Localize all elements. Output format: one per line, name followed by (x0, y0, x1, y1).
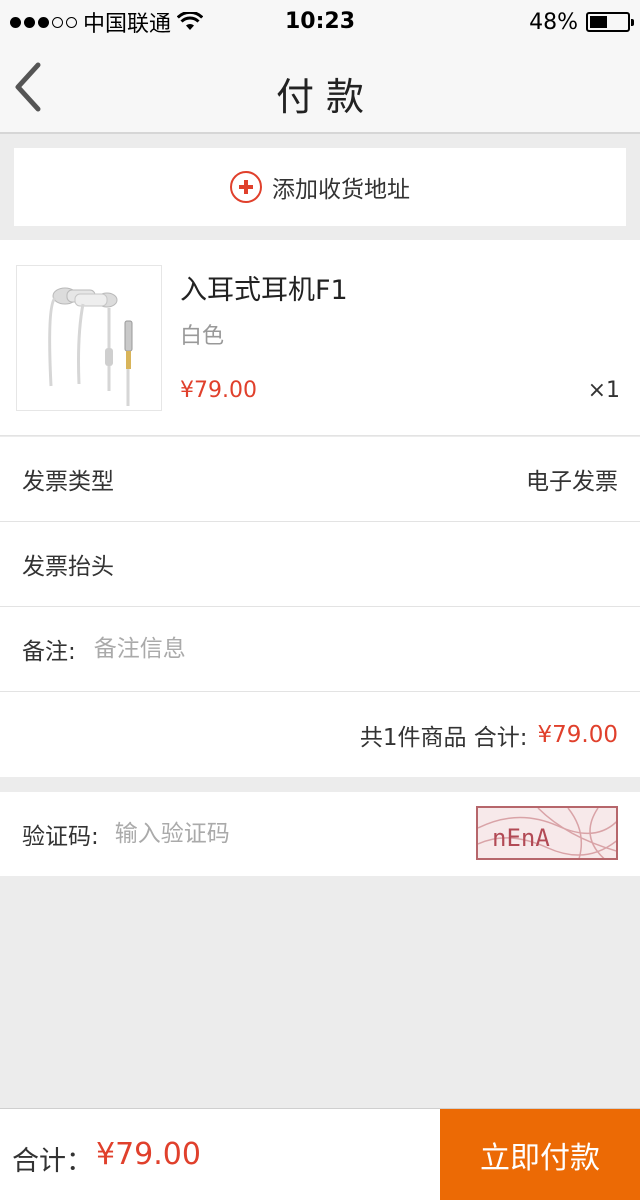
pay-now-button[interactable]: 立即付款 (440, 1109, 640, 1200)
battery-percent: 48% (529, 9, 578, 35)
remark-input[interactable] (93, 636, 574, 662)
captcha-input[interactable] (114, 821, 435, 847)
earphone-product-image (48, 287, 133, 406)
payment-page: 中国联通 10:23 48% 付款 添加收货地址 入耳式耳机F1 白色 ¥79.… (0, 0, 640, 1200)
captcha-text: nEnA (492, 824, 550, 852)
summary-amount: ¥79.00 (537, 721, 618, 748)
add-address-label: 添加收货地址 (272, 177, 410, 203)
invoice-type-label: 发票类型 (22, 469, 114, 495)
captcha-image[interactable]: nEnA (476, 806, 618, 860)
summary-prefix: 共1件商品 合计: (359, 724, 528, 751)
battery-icon (586, 12, 634, 32)
invoice-header-row[interactable]: 发票抬头 (0, 522, 640, 607)
remark-label: 备注: (22, 639, 76, 665)
remark-row: 备注: (0, 607, 640, 692)
add-address-button[interactable]: 添加收货地址 (14, 148, 626, 226)
product-quantity: ×1 (587, 378, 620, 403)
invoice-type-row[interactable]: 发票类型 电子发票 (0, 437, 640, 522)
product-name: 入耳式耳机F1 (180, 275, 348, 306)
product-price: ¥79.00 (180, 378, 257, 403)
product-item[interactable]: 入耳式耳机F1 白色 ¥79.00 ×1 (0, 240, 640, 436)
captcha-row: 验证码: nEnA (0, 792, 640, 876)
product-image (16, 265, 162, 411)
product-color: 白色 (180, 324, 225, 349)
page-title: 付款 (275, 75, 376, 119)
captcha-label: 验证码: (22, 824, 99, 850)
nav-bar: 付款 (0, 44, 640, 134)
invoice-header-label: 发票抬头 (22, 554, 114, 580)
total-value: ¥79.00 (96, 1137, 201, 1172)
total-label: 合计： (12, 1146, 93, 1177)
order-summary-row: 共1件商品 合计: ¥79.00 (0, 692, 640, 777)
plus-circle-icon (230, 171, 262, 203)
bottom-bar: 合计： ¥79.00 立即付款 (0, 1108, 640, 1200)
invoice-type-value: 电子发票 (526, 469, 618, 495)
status-bar: 中国联通 10:23 48% (0, 0, 640, 44)
